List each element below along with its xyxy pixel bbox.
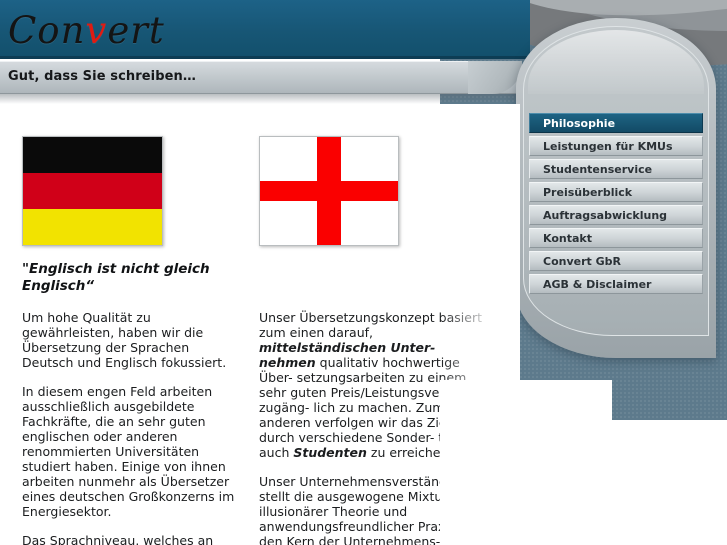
right-paragraph-1-emphasis-2: Studenten [293,445,367,460]
nav-item-auftragsabwicklung[interactable]: Auftragsabwicklung [529,205,703,225]
nav-item-kontakt[interactable]: Kontakt [529,228,703,248]
german-flag [22,136,163,246]
nav-item-philosophie[interactable]: Philosophie [529,113,703,133]
tagline-text: Gut, dass Sie schreiben… [8,69,197,84]
nav-item-agb-disclaimer[interactable]: AGB & Disclaimer [529,274,703,294]
site-logo[interactable]: Convert [8,9,165,52]
page-headline: "Englisch ist nicht gleich Englisch“ [22,261,210,294]
left-paragraph-2: In diesem engen Feld arbeiten ausschließ… [22,384,235,519]
german-flag-red-band [23,172,162,209]
logo-text-part2: ert [107,9,165,52]
english-flag [259,136,399,246]
left-paragraph-3: Das Sprachniveau, welches an diesen Univ… [22,533,214,545]
german-flag-black-band [23,137,162,173]
main-navigation: Philosophie Leistungen für KMUs Studentens… [529,113,703,297]
nav-item-convert-gbr[interactable]: Convert GbR [529,251,703,271]
right-paragraph-1-text-a: Unser Übersetzungskonzept basiert zum ei… [259,310,482,340]
content-bottom-white [440,380,612,545]
left-paragraph-1: Um hohe Qualität zu gewährleisten, haben… [22,310,227,370]
logo-text-accent: v [85,9,108,52]
english-flag-cross-vertical [316,137,342,245]
logo-text-part1: Con [8,9,86,52]
nav-item-studentenservice[interactable]: Studentenservice [529,159,703,179]
left-text-column: Um hohe Qualität zu gewährleisten, haben… [22,310,240,545]
tagline-shadow [0,94,520,104]
nav-item-leistungen-f-r-kmus[interactable]: Leistungen für KMUs [529,136,703,156]
nav-item-preis-berblick[interactable]: Preisüberblick [529,182,703,202]
german-flag-gold-band [23,208,162,245]
site-header-edge [0,56,530,59]
page-root: Convert Gut, dass Sie schreiben… Philoso… [0,0,727,545]
